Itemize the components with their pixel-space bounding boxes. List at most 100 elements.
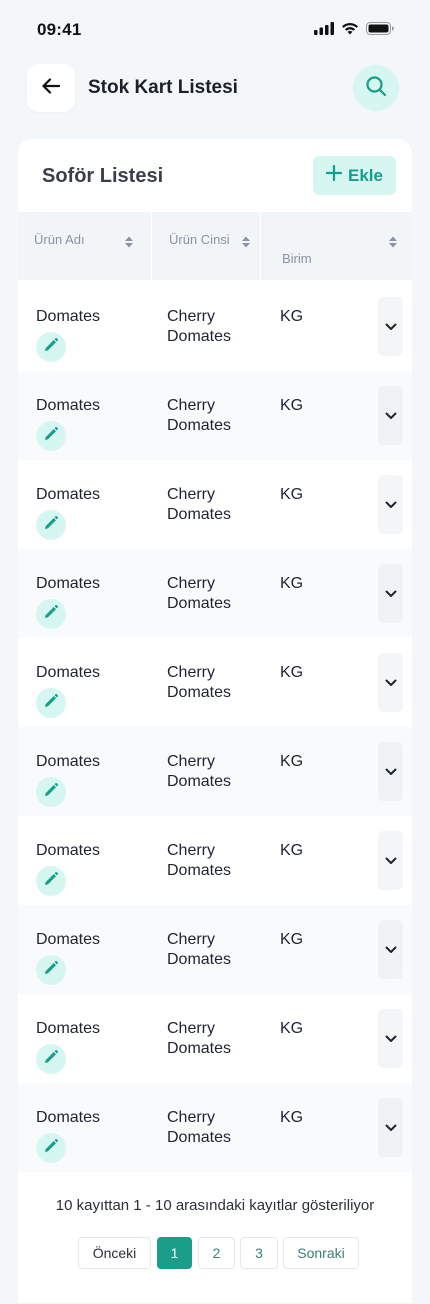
product-name-cell: Domates xyxy=(36,753,101,770)
product-type-cell: Cherry Domates xyxy=(167,575,232,612)
expand-row-button[interactable] xyxy=(378,831,403,890)
edit-button[interactable] xyxy=(36,599,66,629)
unit-cell: KG xyxy=(280,486,304,503)
chevron-down-icon xyxy=(385,941,397,959)
wifi-icon xyxy=(341,22,359,40)
chevron-down-icon xyxy=(385,674,397,692)
pencil-icon xyxy=(44,871,58,891)
product-name-cell: Domates xyxy=(36,664,101,681)
pencil-icon xyxy=(44,515,58,535)
unit-cell: KG xyxy=(280,842,304,859)
pagination-page-1[interactable]: 1 xyxy=(157,1237,192,1269)
edit-button[interactable] xyxy=(36,866,66,896)
expand-row-button[interactable] xyxy=(378,653,403,712)
edit-button[interactable] xyxy=(36,1133,66,1163)
expand-row-button[interactable] xyxy=(378,297,403,356)
pagination-next-button[interactable]: Sonraki xyxy=(283,1237,359,1269)
product-type-cell: Cherry Domates xyxy=(167,486,232,523)
edit-button[interactable] xyxy=(36,1044,66,1074)
pencil-icon xyxy=(44,960,58,980)
edit-button[interactable] xyxy=(36,332,66,362)
add-button[interactable]: Ekle xyxy=(313,156,396,195)
column-header-label: Ürün Cinsi xyxy=(169,232,230,247)
edit-button[interactable] xyxy=(36,955,66,985)
unit-cell: KG xyxy=(280,1109,304,1126)
expand-row-button[interactable] xyxy=(378,1009,403,1068)
table-header: Ürün Adı Ürün Cinsi Birim xyxy=(18,212,412,280)
pagination-prev-button[interactable]: Önceki xyxy=(78,1237,151,1269)
expand-row-button[interactable] xyxy=(378,564,403,623)
search-button[interactable] xyxy=(353,65,399,111)
product-type-cell: Cherry Domates xyxy=(167,664,232,701)
product-name-cell: Domates xyxy=(36,1109,101,1126)
edit-button[interactable] xyxy=(36,688,66,718)
pencil-icon xyxy=(44,782,58,802)
table-row: Domates Cherry Domates KG xyxy=(18,816,412,905)
page-title: Stok Kart Listesi xyxy=(88,77,238,98)
column-header-unit[interactable]: Birim xyxy=(262,212,412,280)
unit-cell: KG xyxy=(280,308,304,325)
pagination-info: 10 kayıttan 1 - 10 arasındaki kayıtlar g… xyxy=(55,1197,375,1214)
chevron-down-icon xyxy=(385,763,397,781)
plus-icon xyxy=(325,164,343,186)
sort-icon xyxy=(124,234,134,253)
card-title: Soför Listesi xyxy=(42,165,164,187)
pagination: Önceki 1 2 3 Sonraki xyxy=(18,1237,412,1269)
product-type-cell: Cherry Domates xyxy=(167,1109,232,1146)
pencil-icon xyxy=(44,604,58,624)
arrow-left-icon xyxy=(42,77,61,99)
product-type-cell: Cherry Domates xyxy=(167,753,232,790)
unit-cell: KG xyxy=(280,575,304,592)
status-icons xyxy=(314,22,394,40)
chevron-down-icon xyxy=(385,407,397,425)
expand-row-button[interactable] xyxy=(378,386,403,445)
chevron-down-icon xyxy=(385,1119,397,1137)
column-header-product-type[interactable]: Ürün Cinsi xyxy=(153,212,261,280)
pencil-icon xyxy=(44,426,58,446)
product-type-cell: Cherry Domates xyxy=(167,397,232,434)
column-header-product-name[interactable]: Ürün Adı xyxy=(18,212,152,280)
unit-cell: KG xyxy=(280,397,304,414)
product-name-cell: Domates xyxy=(36,397,101,414)
chevron-down-icon xyxy=(385,318,397,336)
expand-row-button[interactable] xyxy=(378,742,403,801)
pencil-icon xyxy=(44,1049,58,1069)
search-icon xyxy=(365,75,387,102)
expand-row-button[interactable] xyxy=(378,920,403,979)
pagination-page-2[interactable]: 2 xyxy=(198,1237,235,1269)
expand-row-button[interactable] xyxy=(378,475,403,534)
product-type-cell: Cherry Domates xyxy=(167,931,232,968)
chevron-down-icon xyxy=(385,1030,397,1048)
edit-button[interactable] xyxy=(36,777,66,807)
pagination-page-3[interactable]: 3 xyxy=(240,1237,278,1269)
edit-button[interactable] xyxy=(36,510,66,540)
product-name-cell: Domates xyxy=(36,931,101,948)
table-row: Domates Cherry Domates KG xyxy=(18,460,412,549)
product-name-cell: Domates xyxy=(36,486,101,503)
back-button[interactable] xyxy=(27,64,75,112)
column-header-label: Ürün Adı xyxy=(34,232,85,247)
chevron-down-icon xyxy=(385,496,397,514)
table-row: Domates Cherry Domates KG xyxy=(18,282,412,371)
table-row: Domates Cherry Domates KG xyxy=(18,638,412,727)
product-type-cell: Cherry Domates xyxy=(167,842,232,879)
sort-icon xyxy=(388,234,398,253)
table-body: Domates Cherry Domates KG Domates Cherry… xyxy=(18,282,412,1172)
pencil-icon xyxy=(44,693,58,713)
expand-row-button[interactable] xyxy=(378,1098,403,1157)
edit-button[interactable] xyxy=(36,421,66,451)
battery-icon xyxy=(366,22,394,40)
list-card: Soför Listesi Ekle Ürün Adı Ürün Cinsi B… xyxy=(18,139,412,1303)
unit-cell: KG xyxy=(280,1020,304,1037)
unit-cell: KG xyxy=(280,931,304,948)
column-header-label: Birim xyxy=(282,251,312,266)
pencil-icon xyxy=(44,337,58,357)
product-type-cell: Cherry Domates xyxy=(167,1020,232,1057)
table-row: Domates Cherry Domates KG xyxy=(18,371,412,460)
product-name-cell: Domates xyxy=(36,575,101,592)
pencil-icon xyxy=(44,1138,58,1158)
table-row: Domates Cherry Domates KG xyxy=(18,994,412,1083)
chevron-down-icon xyxy=(385,852,397,870)
product-name-cell: Domates xyxy=(36,308,101,325)
table-row: Domates Cherry Domates KG xyxy=(18,727,412,816)
